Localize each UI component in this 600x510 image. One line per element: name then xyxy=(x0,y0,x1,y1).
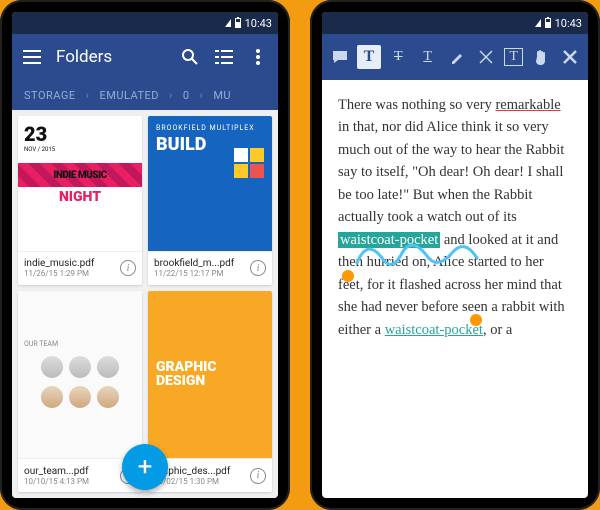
battery-icon xyxy=(235,18,241,28)
status-bar: 10:43 xyxy=(322,12,588,34)
file-name: brookfield_m...pdf xyxy=(154,258,246,269)
phone-left: 10:43 Folders STORAGE › EMULATED › 0 › MU xyxy=(0,0,290,510)
file-card[interactable]: BROOKFIELD MULTIPLEX BUILD brookfield_m.… xyxy=(148,116,272,285)
thumb-date: 23NOV / 2015 xyxy=(24,122,55,153)
file-date: 10/02/15 1:30 PM xyxy=(154,477,246,486)
signal-icon xyxy=(225,19,231,27)
close-icon[interactable] xyxy=(559,45,582,69)
app-bar: Folders xyxy=(12,34,278,80)
breadcrumb: STORAGE › EMULATED › 0 › MU xyxy=(12,80,278,110)
screen-right: 10:43 T T T T There was nothing so very … xyxy=(322,12,588,498)
underlined-word[interactable]: waistcoat-pocket xyxy=(385,322,483,338)
page-title: Folders xyxy=(56,47,166,67)
file-meta: indie_music.pdf11/26/15 1:29 PM i xyxy=(18,251,142,285)
thumbnail: 23NOV / 2015 INDIE MUSIC NIGHT xyxy=(18,116,142,251)
thumb-heading: OUR TEAM xyxy=(24,340,58,348)
crumb[interactable]: EMULATED xyxy=(99,89,159,102)
hamburger-icon[interactable] xyxy=(22,47,42,67)
text-highlight-icon[interactable]: T xyxy=(357,45,380,69)
file-grid: 23NOV / 2015 INDIE MUSIC NIGHT indie_mus… xyxy=(12,110,278,498)
comment-icon[interactable] xyxy=(328,45,351,69)
thumb-label: BROOKFIELD MULTIPLEX xyxy=(156,124,255,132)
text-box-icon[interactable]: T xyxy=(504,48,523,66)
annotation-toolbar: T T T T xyxy=(322,34,588,80)
paragraph: There was nothing so very remarkable in … xyxy=(338,94,572,341)
thumbnail: BROOKFIELD MULTIPLEX BUILD xyxy=(148,116,272,251)
file-card[interactable]: 23NOV / 2015 INDIE MUSIC NIGHT indie_mus… xyxy=(18,116,142,285)
highlighted-word[interactable]: waistcoat-pocket xyxy=(338,232,440,248)
chevron-right-icon: › xyxy=(169,89,173,102)
clock: 10:43 xyxy=(245,17,272,30)
thumb-title: BUILD xyxy=(156,134,206,155)
info-icon[interactable]: i xyxy=(250,468,266,484)
avatar-row xyxy=(41,386,119,408)
thumbnail: OUR TEAM xyxy=(18,291,142,459)
thumb-squares xyxy=(234,148,264,178)
info-icon[interactable]: i xyxy=(120,260,136,276)
thumbnail: GRAPHIC DESIGN xyxy=(148,291,272,459)
pen-icon[interactable] xyxy=(445,45,468,69)
screen-left: 10:43 Folders STORAGE › EMULATED › 0 › MU xyxy=(12,12,278,498)
info-icon[interactable]: i xyxy=(250,260,266,276)
hand-icon[interactable] xyxy=(529,45,552,69)
thumb-title: INDIE MUSIC xyxy=(18,163,142,187)
battery-icon xyxy=(545,18,551,28)
clock: 10:43 xyxy=(555,17,582,30)
annotation-dot[interactable] xyxy=(342,270,354,282)
thumb-subtitle: NIGHT xyxy=(59,189,101,205)
crumb[interactable]: 0 xyxy=(183,89,190,102)
file-meta: brookfield_m...pdf11/22/15 12:17 PM i xyxy=(148,251,272,285)
phone-right: 10:43 T T T T There was nothing so very … xyxy=(310,0,600,510)
document-content[interactable]: There was nothing so very remarkable in … xyxy=(322,80,588,498)
file-date: 10/10/15 4:13 PM xyxy=(24,477,116,486)
draw-icon[interactable] xyxy=(475,45,498,69)
file-date: 11/22/15 12:17 PM xyxy=(154,269,246,278)
overflow-icon[interactable] xyxy=(248,47,268,67)
add-button[interactable]: + xyxy=(122,444,168,490)
underlined-word[interactable]: remarkable xyxy=(495,97,560,113)
crumb[interactable]: MU xyxy=(213,89,231,102)
view-list-icon[interactable] xyxy=(214,47,234,67)
crumb[interactable]: STORAGE xyxy=(24,89,76,102)
thumb-title: DESIGN xyxy=(156,374,205,388)
signal-icon xyxy=(535,19,541,27)
file-date: 11/26/15 1:29 PM xyxy=(24,269,116,278)
chevron-right-icon: › xyxy=(200,89,204,102)
search-icon[interactable] xyxy=(180,47,200,67)
chevron-right-icon: › xyxy=(86,89,90,102)
file-name: indie_music.pdf xyxy=(24,258,116,269)
text-underline-icon[interactable]: T xyxy=(416,45,439,69)
avatar-row xyxy=(41,356,119,378)
annotation-dot[interactable] xyxy=(470,314,482,326)
thumb-title: GRAPHIC xyxy=(156,360,217,374)
status-bar: 10:43 xyxy=(12,12,278,34)
file-name: our_team...pdf xyxy=(24,466,116,477)
text-strikethrough-icon[interactable]: T xyxy=(387,45,410,69)
